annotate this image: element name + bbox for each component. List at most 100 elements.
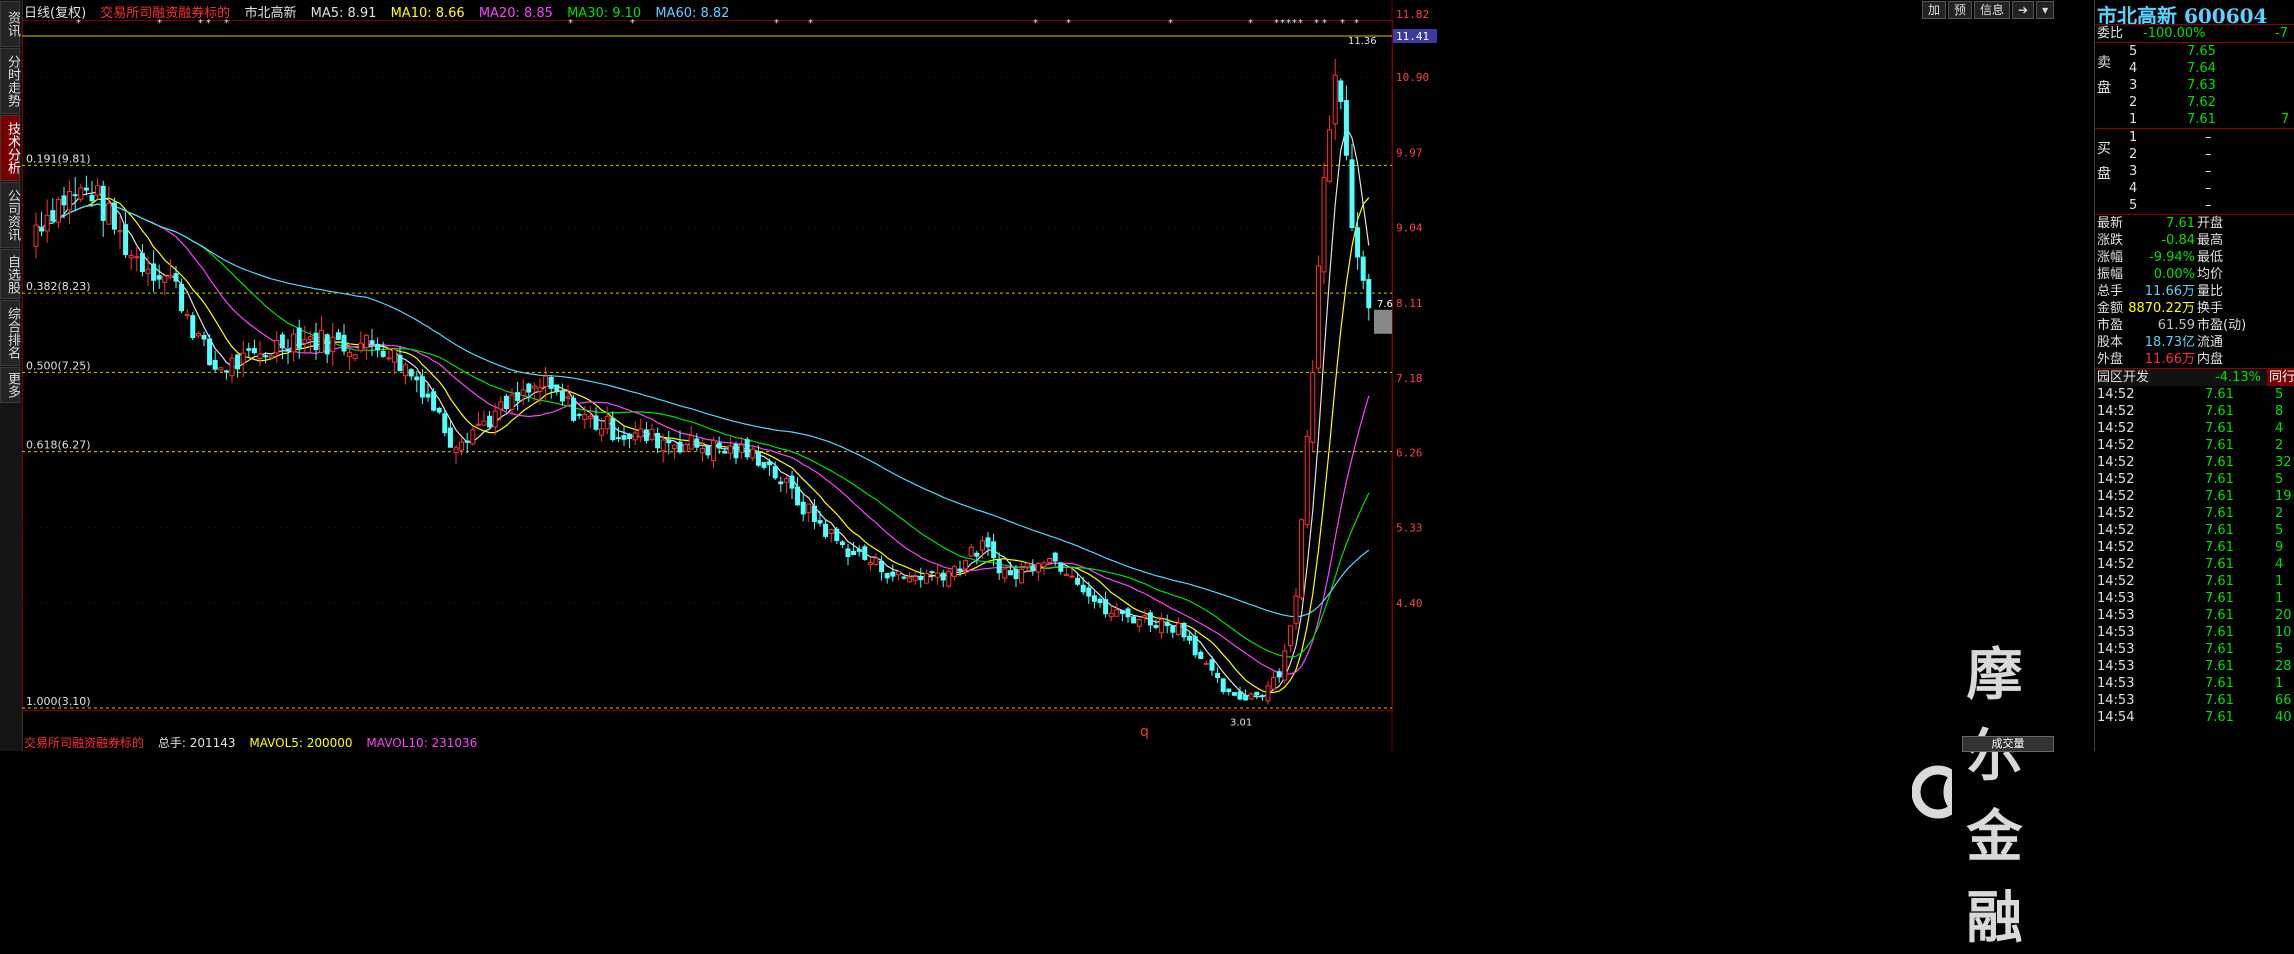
tick-price: 7.61	[2205, 574, 2234, 589]
candle-body	[481, 420, 487, 426]
candle-body	[890, 571, 896, 577]
candle-body	[979, 540, 985, 551]
candle-body	[1159, 618, 1165, 634]
tick-row: 14:53 7.61 1	[2095, 675, 2294, 692]
candle-body	[1013, 568, 1019, 580]
buy-level-row[interactable]: 1 –	[2095, 129, 2294, 146]
dropdown-icon[interactable]: ▾	[2036, 1, 2055, 19]
candle-body	[173, 273, 179, 282]
candle-body	[403, 364, 409, 377]
tab-technical[interactable]: 技术分析	[0, 115, 20, 181]
event-marker-icon: *	[1274, 18, 1279, 29]
candle-body	[1075, 577, 1081, 585]
alert-button[interactable]: 预	[1948, 1, 1973, 19]
candle-body	[1181, 622, 1187, 638]
period-label[interactable]: 日线(复权)	[24, 6, 86, 21]
sector-name[interactable]: 园区开发	[2097, 369, 2149, 386]
candle-body	[313, 332, 319, 351]
candle-body	[783, 478, 789, 483]
event-marker-icon: *	[1033, 18, 1038, 29]
candle-body	[263, 355, 269, 358]
candle-body	[347, 352, 353, 358]
candle-body	[520, 389, 526, 396]
candle-body	[1343, 100, 1349, 156]
tick-price: 7.61	[2205, 710, 2234, 725]
buy-level-row[interactable]: 5 –	[2095, 197, 2294, 214]
tab-company-info[interactable]: 公司资讯	[0, 182, 20, 248]
tick-time: 14:53	[2097, 625, 2135, 640]
candle-body	[67, 190, 73, 211]
sell-level-row[interactable]: 5 7.65	[2095, 43, 2294, 60]
candle-body	[470, 429, 476, 445]
sell-level-row[interactable]: 4 7.64	[2095, 60, 2294, 77]
tick-row: 14:52 7.61 1	[2095, 573, 2294, 590]
add-button[interactable]: 加	[1922, 1, 1947, 19]
buy-level-row[interactable]: 2 –	[2095, 146, 2294, 163]
candle-body	[1276, 671, 1282, 678]
tick-row: 14:52 7.61 5	[2095, 522, 2294, 539]
event-marker-icon: *	[1292, 18, 1297, 29]
info-button[interactable]: 信息	[1974, 1, 2011, 19]
tick-price: 7.61	[2205, 625, 2234, 640]
candle-body	[274, 339, 280, 354]
tick-row: 14:53 7.61 10	[2095, 624, 2294, 641]
event-marker-icon: *	[1286, 18, 1291, 29]
kline-chart[interactable]: 11.82 11.41 10.90 9.97 9.04 8.11 7.18 6.26 5.33 4…	[22, 0, 2082, 751]
tab-ranking[interactable]: 综合排名	[0, 300, 20, 366]
tab-peers[interactable]: 同行	[2267, 369, 2294, 386]
volume-tab[interactable]: 成交量	[1962, 736, 2054, 752]
event-marker-icon: *	[1066, 18, 1071, 29]
candle-body	[330, 336, 336, 353]
tab-more[interactable]: 更多	[0, 367, 20, 403]
candle-body	[1091, 595, 1097, 602]
candle-body	[212, 359, 218, 370]
candle-body	[1052, 552, 1058, 562]
candle-body	[195, 332, 201, 337]
candle-body	[778, 481, 784, 485]
candle-body	[83, 187, 89, 191]
stat-value: 0.00%	[2153, 267, 2195, 282]
kline-chart-area[interactable]: 11.82 11.41 10.90 9.97 9.04 8.11 7.18 6.26 5.33 4…	[22, 0, 2082, 951]
candle-body	[817, 520, 823, 524]
candle-body	[95, 185, 101, 196]
candle-body	[375, 343, 381, 351]
level-price: 7.64	[2187, 61, 2216, 76]
candle-body	[800, 501, 806, 515]
stat-row: 外盘 11.66万 内盘	[2095, 351, 2294, 368]
candle-body	[139, 252, 145, 273]
tick-price: 7.61	[2205, 523, 2234, 538]
stat-label-2: 内盘	[2197, 352, 2224, 367]
candle-body	[1019, 568, 1025, 584]
tab-intraday[interactable]: 分时走势	[0, 48, 20, 114]
level-price: 7.61	[2187, 112, 2216, 127]
mavol5: MAVOL5: 200000	[249, 736, 353, 750]
tick-time: 14:52	[2097, 438, 2135, 453]
tab-watchlist[interactable]: 自选股	[0, 249, 20, 299]
candle-body	[1125, 608, 1131, 618]
candle-body	[895, 571, 901, 576]
tab-news[interactable]: 资讯	[0, 1, 20, 47]
candle-body	[1215, 672, 1221, 678]
price-axis-label: 5.33	[1396, 522, 1423, 535]
pin-icon[interactable]: ➔	[2012, 1, 2035, 19]
tick-list[interactable]: 14:52 7.61 5 14:52 7.61 8 14:52 7.61 4 14:5…	[2095, 386, 2294, 726]
candle-body	[772, 466, 778, 479]
stat-label-2: 流通	[2197, 335, 2224, 350]
sell-level-row[interactable]: 3 7.63	[2095, 77, 2294, 94]
candle-body	[1220, 678, 1226, 692]
candle-body	[61, 195, 67, 206]
sell-level-row[interactable]: 2 7.62	[2095, 94, 2294, 111]
buy-level-row[interactable]: 3 –	[2095, 163, 2294, 180]
ma20-label: MA20: 8.85	[478, 6, 553, 21]
candle-body	[1097, 598, 1103, 604]
candle-body	[587, 415, 593, 419]
sell-level-row[interactable]: 1 7.61 7	[2095, 111, 2294, 128]
candle-body	[257, 353, 263, 359]
candle-body	[1131, 616, 1137, 624]
candle-body	[1069, 575, 1075, 578]
buy-level-row[interactable]: 4 –	[2095, 180, 2294, 197]
chart-header: 日线(复权) 交易所司融资融券标的 市北高新 MA5: 8.91 MA10: 8…	[24, 2, 739, 21]
tick-row: 14:53 7.61 1	[2095, 590, 2294, 607]
candle-body	[319, 330, 325, 353]
candle-body	[716, 442, 722, 449]
